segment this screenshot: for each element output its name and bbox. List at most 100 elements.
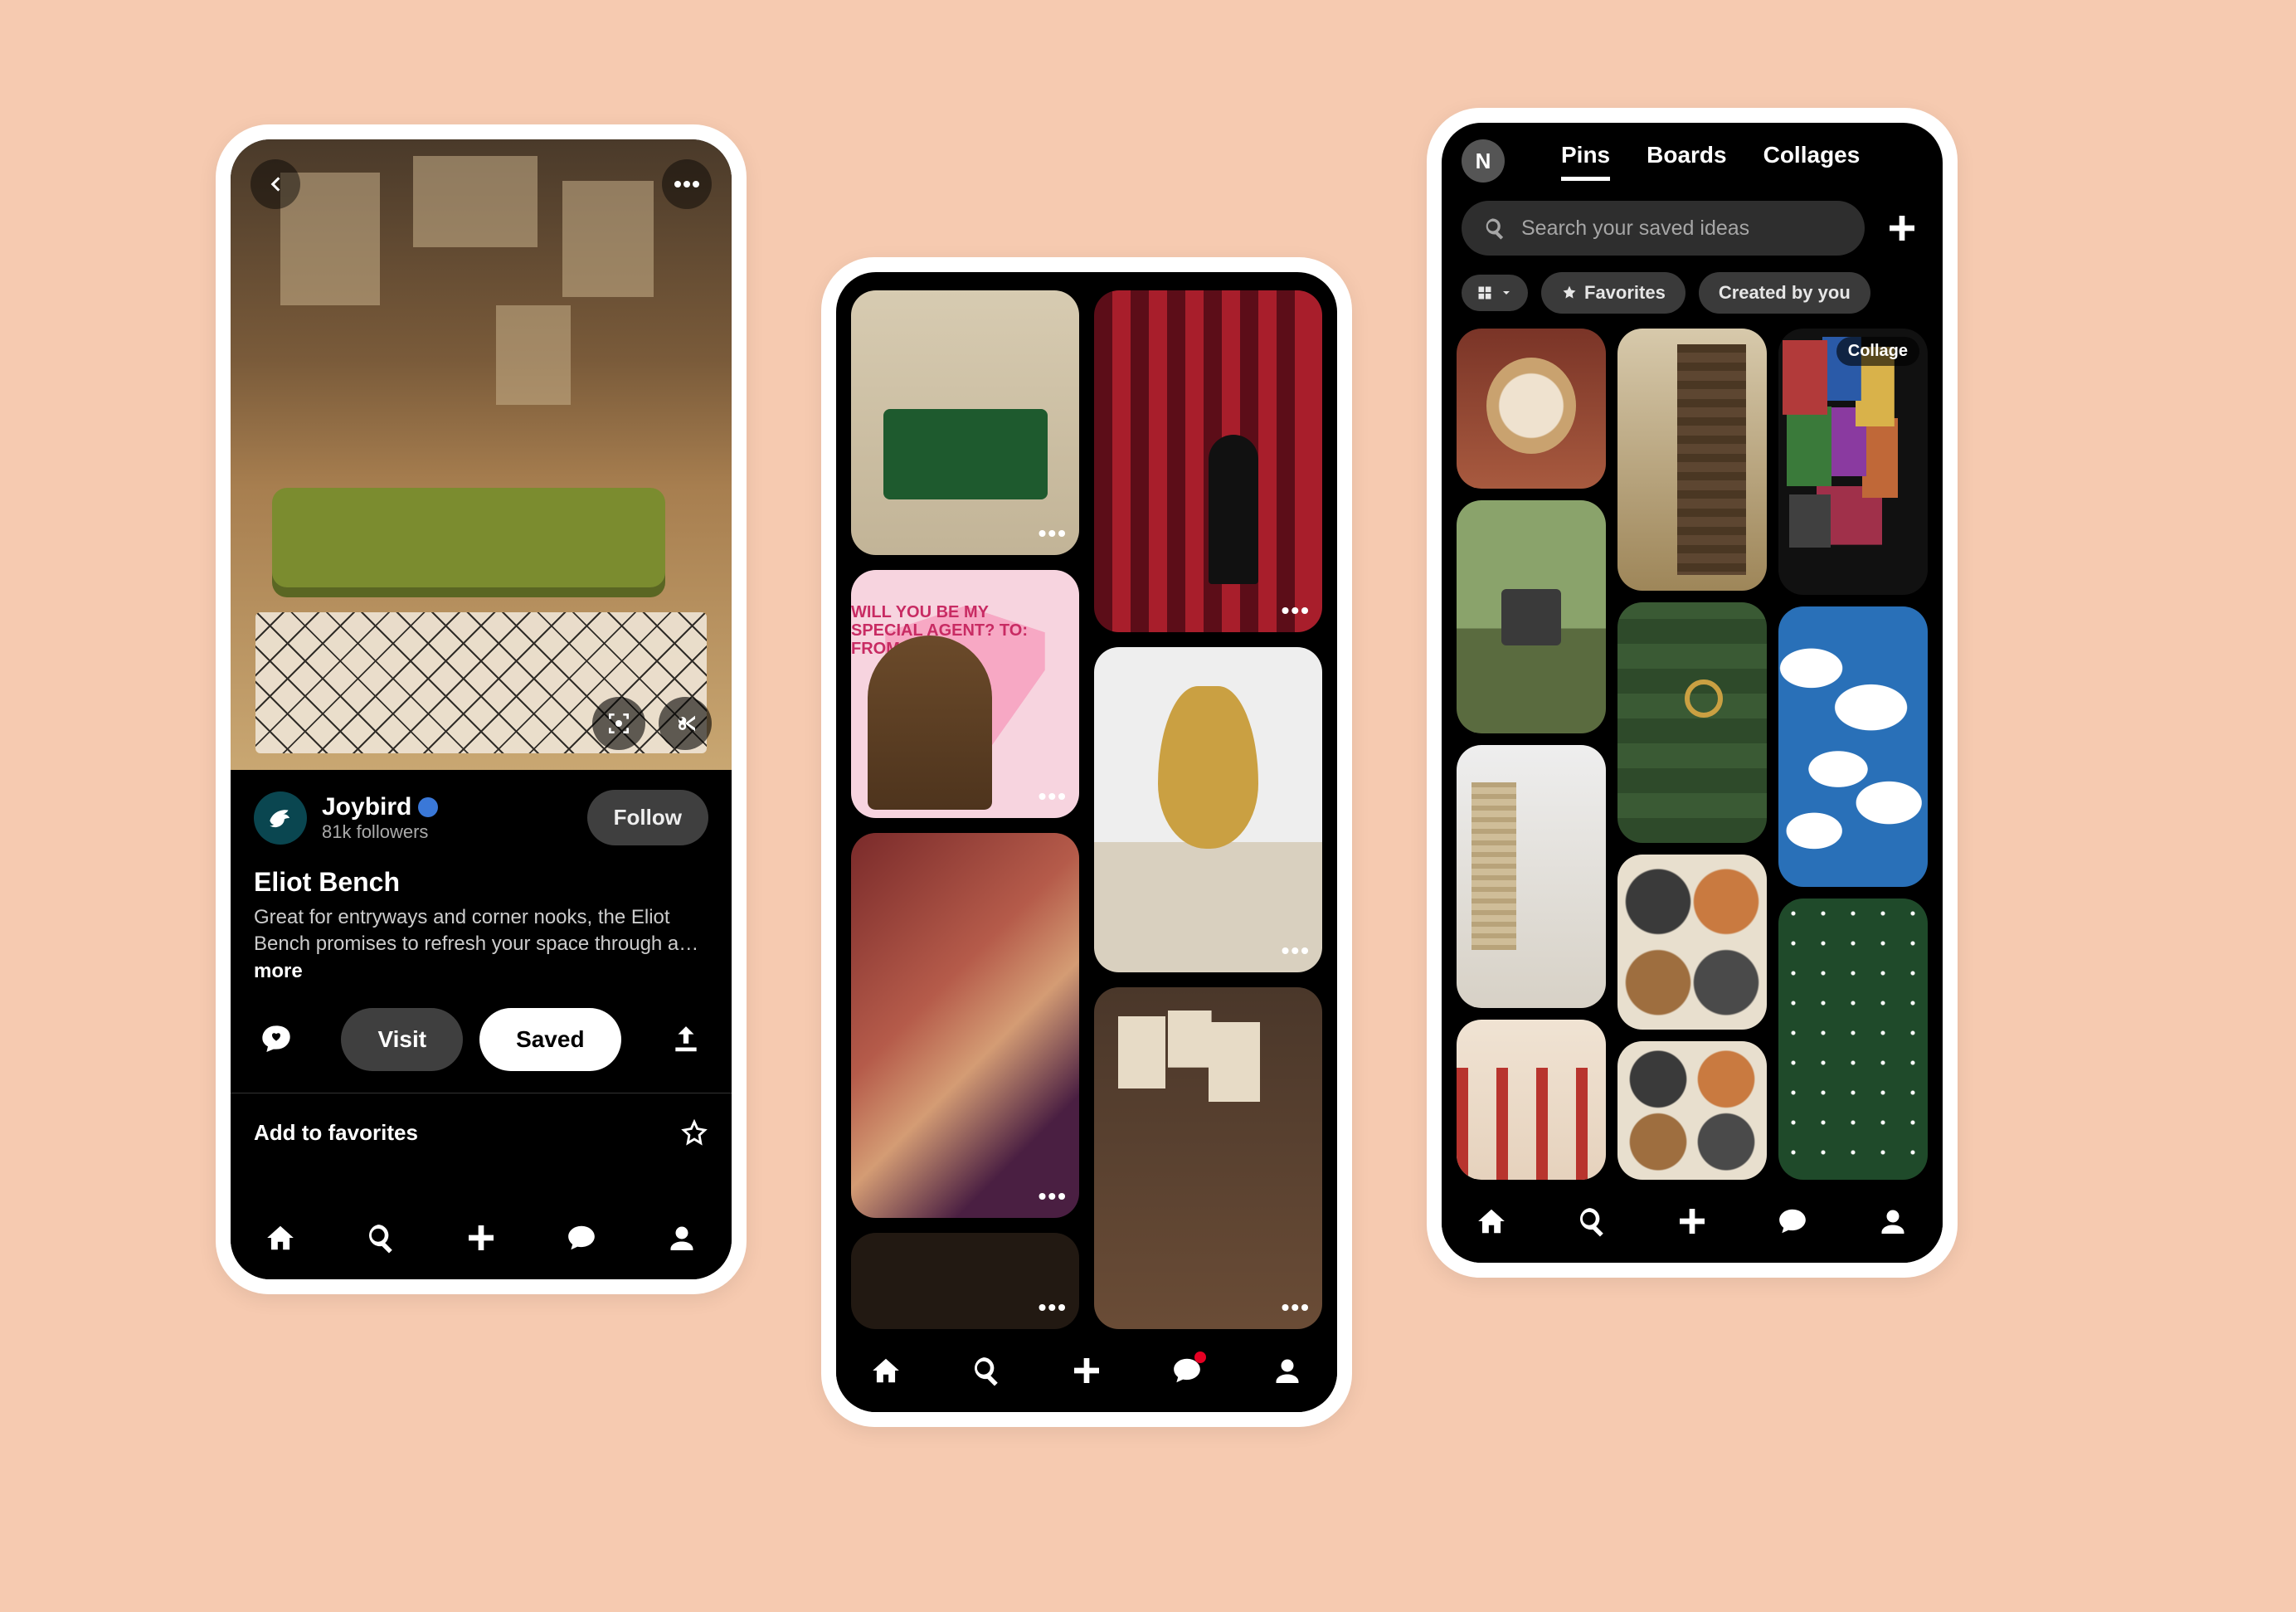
- pin-card[interactable]: [1617, 329, 1767, 591]
- heart-speech-icon: [260, 1023, 293, 1056]
- add-to-favorites-row[interactable]: Add to favorites: [231, 1093, 732, 1171]
- filter-chip[interactable]: Favorites: [1541, 272, 1686, 314]
- filter-chip[interactable]: Created by you: [1699, 272, 1870, 314]
- nav-profile[interactable]: [1875, 1204, 1910, 1239]
- layout-chip[interactable]: [1462, 275, 1528, 311]
- pin-card[interactable]: •••: [1094, 647, 1322, 972]
- plus-icon: [465, 1221, 498, 1254]
- pin-options-button[interactable]: •••: [1039, 520, 1068, 547]
- nav-home[interactable]: [263, 1220, 298, 1255]
- pin-card[interactable]: [1457, 329, 1606, 489]
- chip-label: Favorites: [1584, 282, 1666, 304]
- tab-collages[interactable]: Collages: [1763, 142, 1861, 181]
- nav-search[interactable]: [969, 1353, 1004, 1388]
- tabs: Pins Boards Collages: [1561, 142, 1860, 181]
- pin-image-art: [272, 488, 665, 587]
- nav-messages[interactable]: [564, 1220, 599, 1255]
- filter-chips: Favorites Created by you: [1462, 272, 1923, 314]
- nav-home[interactable]: [1474, 1204, 1509, 1239]
- pin-options-button[interactable]: •••: [1282, 1294, 1311, 1321]
- pin-card[interactable]: •••: [1094, 290, 1322, 632]
- saved-grid[interactable]: Collage: [1442, 314, 1943, 1180]
- more-button[interactable]: [662, 159, 712, 209]
- profile-avatar[interactable]: N: [1462, 139, 1505, 183]
- search-icon: [1483, 217, 1506, 240]
- pin-card[interactable]: [1617, 855, 1767, 1030]
- pin-card[interactable]: WILL YOU BE MY SPECIAL AGENT? TO: FROM:•…: [851, 570, 1079, 819]
- pin-card[interactable]: •••: [851, 833, 1079, 1218]
- nav-profile[interactable]: [1270, 1353, 1305, 1388]
- pin-card[interactable]: [1457, 500, 1606, 733]
- tab-pins[interactable]: Pins: [1561, 142, 1610, 181]
- pin-card[interactable]: •••: [1094, 987, 1322, 1329]
- saved-button[interactable]: Saved: [479, 1008, 621, 1071]
- nav-home[interactable]: [868, 1353, 903, 1388]
- plus-icon: [1885, 212, 1919, 245]
- pin-card[interactable]: [1617, 602, 1767, 843]
- follow-button[interactable]: Follow: [587, 790, 708, 845]
- more-link[interactable]: more: [254, 960, 303, 982]
- nav-search[interactable]: [1574, 1204, 1609, 1239]
- verified-badge-icon: [418, 797, 438, 817]
- nav-create[interactable]: [464, 1220, 499, 1255]
- nav-create[interactable]: [1675, 1204, 1710, 1239]
- search-input[interactable]: Search your saved ideas: [1462, 201, 1865, 256]
- bird-icon: [265, 802, 296, 834]
- react-button[interactable]: [254, 1017, 299, 1062]
- pin-action-row: Visit Saved: [231, 985, 732, 1093]
- lens-button[interactable]: [592, 697, 645, 750]
- tab-boards[interactable]: Boards: [1647, 142, 1726, 181]
- star-icon: [1561, 285, 1578, 301]
- tabs-row: N Pins Boards Collages: [1462, 139, 1923, 183]
- nav-search[interactable]: [363, 1220, 398, 1255]
- nav-create[interactable]: [1069, 1353, 1104, 1388]
- author-names[interactable]: Joybird 81k followers: [322, 793, 572, 843]
- lens-icon: [606, 710, 632, 737]
- back-button[interactable]: [251, 159, 300, 209]
- pin-buttons: Visit Saved: [341, 1008, 620, 1071]
- star-outline-icon: [680, 1118, 708, 1147]
- pin-card[interactable]: [1778, 606, 1928, 888]
- pin-options-button[interactable]: •••: [1282, 937, 1311, 964]
- grid-column: Collage: [1778, 329, 1928, 1180]
- share-icon: [670, 1024, 702, 1055]
- author-followers: 81k followers: [322, 821, 572, 843]
- home-icon: [870, 1355, 902, 1386]
- pin-options-button[interactable]: •••: [1282, 597, 1311, 624]
- bottom-nav: [1442, 1180, 1943, 1263]
- pin-fab-row: [592, 697, 712, 750]
- pin-card[interactable]: [1778, 899, 1928, 1180]
- visit-button[interactable]: Visit: [341, 1008, 463, 1071]
- create-button[interactable]: [1881, 207, 1923, 249]
- pin-card[interactable]: [1457, 745, 1606, 1007]
- pin-card[interactable]: •••: [851, 1233, 1079, 1329]
- more-icon: [674, 181, 699, 187]
- author-name: Joybird: [322, 793, 411, 821]
- chip-label: Created by you: [1719, 282, 1851, 304]
- search-icon: [970, 1355, 1002, 1386]
- feed-masonry[interactable]: •••WILL YOU BE MY SPECIAL AGENT? TO: FRO…: [836, 272, 1337, 1329]
- pin-card[interactable]: [1457, 1020, 1606, 1180]
- pin-card[interactable]: •••: [851, 290, 1079, 555]
- plus-icon: [1070, 1354, 1103, 1387]
- plus-icon: [1676, 1205, 1709, 1238]
- nav-messages[interactable]: [1170, 1353, 1204, 1388]
- nav-messages[interactable]: [1775, 1204, 1810, 1239]
- home-icon: [265, 1222, 296, 1254]
- grid-column: [1457, 329, 1606, 1180]
- cut-button[interactable]: [659, 697, 712, 750]
- pin-options-button[interactable]: •••: [1039, 1183, 1068, 1210]
- search-icon: [1576, 1205, 1608, 1237]
- author-avatar[interactable]: [254, 791, 307, 845]
- profile-icon: [1272, 1356, 1302, 1386]
- feed-column: ••• ••• •••: [1094, 290, 1322, 1329]
- profile-icon: [1878, 1206, 1908, 1236]
- share-button[interactable]: [664, 1017, 708, 1062]
- nav-profile[interactable]: [664, 1220, 699, 1255]
- pin-image[interactable]: [231, 139, 732, 770]
- search-placeholder: Search your saved ideas: [1521, 217, 1749, 241]
- pin-card[interactable]: Collage: [1778, 329, 1928, 595]
- pin-options-button[interactable]: •••: [1039, 783, 1068, 810]
- pin-card[interactable]: [1617, 1041, 1767, 1180]
- pin-options-button[interactable]: •••: [1039, 1294, 1068, 1321]
